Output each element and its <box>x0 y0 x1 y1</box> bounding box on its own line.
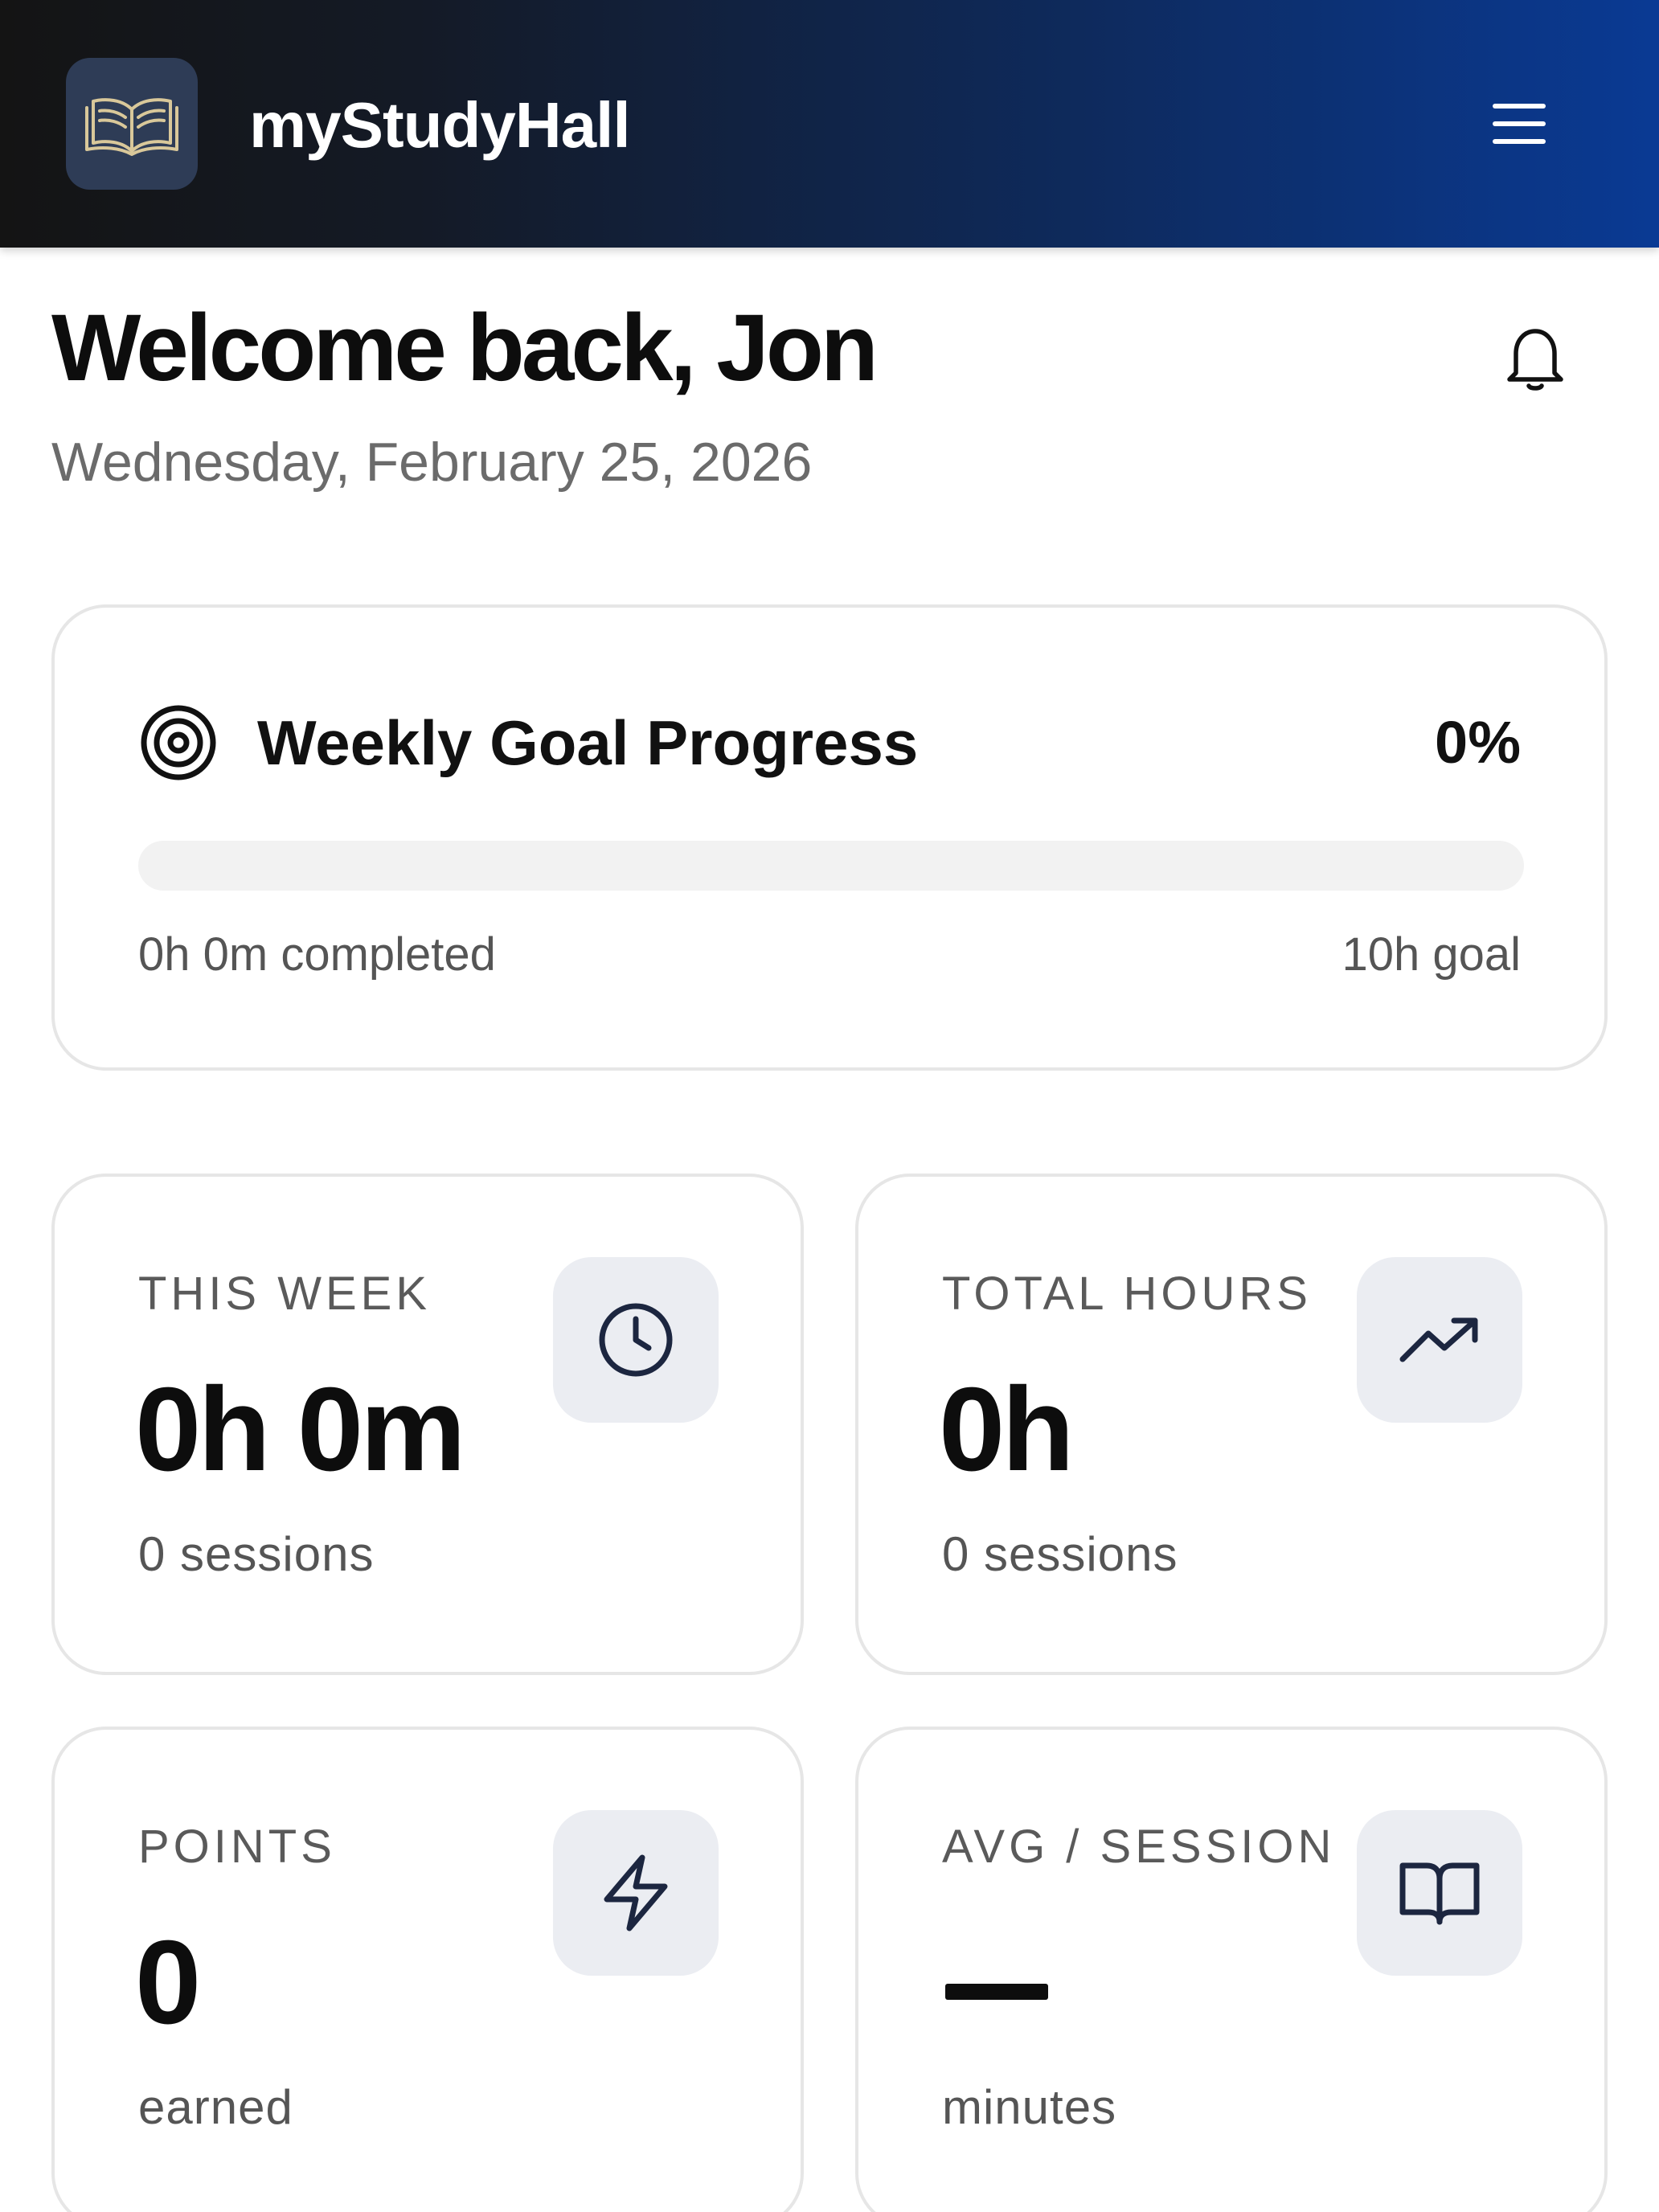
weekly-goal-completed: 0h 0m completed <box>138 928 496 981</box>
app-header: myStudyHall <box>0 0 1659 248</box>
hamburger-menu-icon <box>1493 104 1546 144</box>
stat-sublabel: 0 sessions <box>942 1527 1178 1581</box>
stat-value: 0h 0m <box>135 1363 466 1496</box>
stat-label: POINTS <box>138 1821 336 1873</box>
stat-value: 0 <box>135 1916 201 2049</box>
stat-card-points[interactable]: POINTS 0 earned <box>51 1727 804 2212</box>
stat-label: AVG / SESSION <box>942 1821 1336 1873</box>
welcome-title: Welcome back, Jon <box>51 295 879 401</box>
app-title: myStudyHall <box>249 89 631 161</box>
trending-up-icon <box>1399 1317 1478 1362</box>
app-logo[interactable] <box>66 58 198 190</box>
weekly-goal-percent: 0% <box>1435 709 1521 776</box>
stat-card-this-week[interactable]: THIS WEEK 0h 0m 0 sessions <box>51 1174 804 1675</box>
target-icon <box>141 705 216 780</box>
bell-icon <box>1507 329 1563 391</box>
stat-card-avg-session[interactable]: AVG / SESSION — minutes <box>855 1727 1608 2212</box>
stat-icon-tile <box>1357 1810 1522 1976</box>
lightning-bolt-icon <box>604 1854 668 1931</box>
stat-label: THIS WEEK <box>138 1268 432 1320</box>
stat-card-total-hours[interactable]: TOTAL HOURS 0h 0 sessions <box>855 1174 1608 1675</box>
stat-icon-tile <box>1357 1257 1522 1423</box>
current-date: Wednesday, February 25, 2026 <box>51 432 813 493</box>
dashboard-page: myStudyHall Welcome back, Jon Wednesday,… <box>0 0 1659 2212</box>
stat-sublabel: earned <box>138 2080 293 2134</box>
weekly-goal-title: Weekly Goal Progress <box>257 707 919 778</box>
open-book-icon <box>1399 1862 1480 1925</box>
open-book-icon <box>85 98 178 156</box>
stat-sublabel: 0 sessions <box>138 1527 375 1581</box>
weekly-goal-target: 10h goal <box>1342 928 1521 981</box>
notifications-button[interactable] <box>1495 318 1575 399</box>
stat-value: 0h <box>939 1363 1075 1496</box>
menu-button[interactable] <box>1479 90 1559 158</box>
weekly-goal-progress-bar <box>138 841 1524 891</box>
stat-icon-tile <box>553 1810 719 1976</box>
stat-icon-tile <box>553 1257 719 1423</box>
stat-label: TOTAL HOURS <box>942 1268 1312 1320</box>
weekly-goal-card[interactable]: Weekly Goal Progress 0% 0h 0m completed … <box>51 604 1608 1071</box>
clock-icon <box>599 1303 673 1377</box>
stat-sublabel: minutes <box>942 2080 1117 2134</box>
